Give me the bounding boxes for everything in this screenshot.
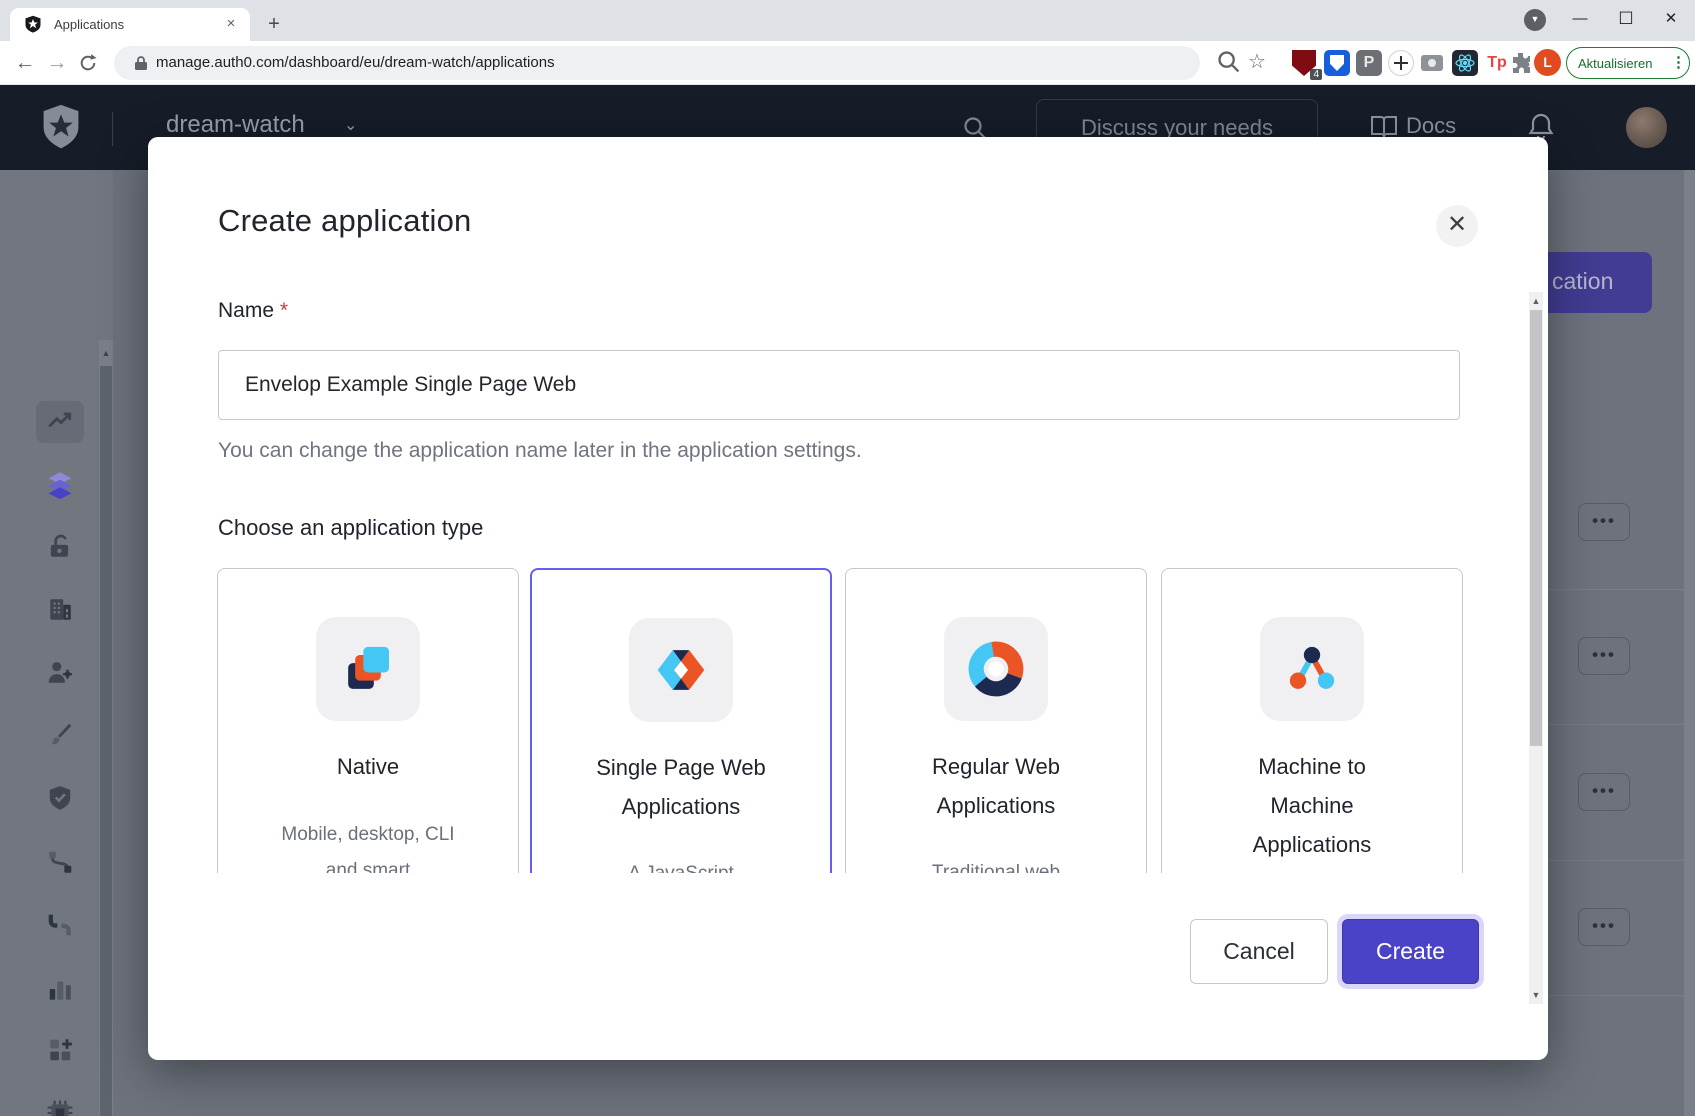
modal-scrollbar-thumb[interactable] bbox=[1530, 310, 1542, 746]
user-avatar[interactable] bbox=[1626, 107, 1667, 148]
organizations-building-icon[interactable] bbox=[40, 589, 80, 629]
app-type-card-machine-to-machine[interactable]: Machine to Machine Applications bbox=[1161, 568, 1463, 873]
chrome-menu-kebab-icon[interactable]: ⋮ bbox=[1671, 53, 1686, 71]
modal-scroll-down-icon[interactable]: ▼ bbox=[1529, 990, 1543, 1000]
tenant-chevron-down-icon: ⌄ bbox=[344, 115, 357, 135]
card-description: Traditional web bbox=[846, 855, 1146, 873]
branding-brush-icon[interactable] bbox=[40, 714, 80, 754]
table-row-divider bbox=[1548, 860, 1684, 861]
table-row-divider bbox=[1548, 724, 1684, 725]
p-extension-icon[interactable]: P bbox=[1356, 50, 1382, 76]
forward-button[interactable]: → bbox=[44, 50, 70, 76]
user-management-icon[interactable] bbox=[40, 652, 80, 692]
chrome-profile-chevron-icon[interactable]: ▼ bbox=[1524, 9, 1546, 31]
row-menu-button[interactable]: ••• bbox=[1578, 773, 1630, 811]
row-menu-button[interactable]: ••• bbox=[1578, 637, 1630, 675]
card-description: A JavaScript bbox=[532, 856, 830, 873]
close-icon: ✕ bbox=[1447, 211, 1467, 238]
auth-pipeline-icon[interactable] bbox=[40, 905, 80, 945]
bitwarden-extension-icon[interactable] bbox=[1324, 50, 1350, 76]
application-name-input[interactable] bbox=[218, 350, 1460, 420]
browser-tab-strip: Applications × + ▼ — ☐ ✕ bbox=[0, 0, 1695, 41]
marketplace-icon[interactable] bbox=[40, 1030, 80, 1070]
modal-scroll-up-icon[interactable]: ▲ bbox=[1529, 296, 1543, 306]
chrome-profile-avatar[interactable]: L bbox=[1534, 49, 1561, 76]
zoom-indicator-icon[interactable] bbox=[1216, 49, 1242, 75]
app-type-card-regular-web[interactable]: Regular Web Applications Traditional web bbox=[845, 568, 1147, 873]
tenant-switcher[interactable]: dream-watch bbox=[166, 111, 305, 139]
card-description: Mobile, desktop, CLI and smart bbox=[218, 817, 518, 873]
modal-title: Create application bbox=[218, 203, 471, 239]
row-menu-button[interactable]: ••• bbox=[1578, 908, 1630, 946]
tp-extension-icon[interactable]: Tp bbox=[1484, 50, 1510, 76]
sidebar-scrollbar[interactable]: ▲ ▼ bbox=[99, 340, 113, 1116]
profile-initial: L bbox=[1543, 54, 1552, 70]
native-icon bbox=[316, 617, 420, 721]
authentication-lock-icon[interactable] bbox=[40, 526, 80, 566]
card-title: Machine to Machine Applications bbox=[1162, 747, 1462, 864]
extensions-puzzle-icon[interactable] bbox=[1510, 51, 1532, 73]
tp-extension-letters: Tp bbox=[1487, 54, 1507, 71]
new-tab-button[interactable]: + bbox=[262, 13, 286, 37]
lock-icon bbox=[134, 55, 148, 71]
browser-tab[interactable]: Applications × bbox=[10, 8, 250, 41]
tab-title: Applications bbox=[54, 17, 124, 32]
monitoring-bars-icon[interactable] bbox=[40, 969, 80, 1009]
card-title: Native bbox=[218, 747, 518, 786]
table-row-divider bbox=[1548, 589, 1684, 590]
create-button[interactable]: Create bbox=[1342, 919, 1479, 984]
header-divider bbox=[112, 112, 113, 146]
back-button[interactable]: ← bbox=[12, 50, 38, 76]
docs-link[interactable]: Docs bbox=[1406, 113, 1456, 139]
choose-type-label: Choose an application type bbox=[218, 515, 483, 541]
window-close-button[interactable]: ✕ bbox=[1655, 4, 1687, 34]
sidebar-scrollbar-thumb[interactable] bbox=[100, 366, 112, 1116]
auth0-logo-icon bbox=[42, 104, 80, 150]
cancel-button[interactable]: Cancel bbox=[1190, 919, 1328, 984]
url-text: manage.auth0.com/dashboard/eu/dream-watc… bbox=[156, 54, 555, 71]
auth0-favicon-icon bbox=[24, 15, 42, 33]
scroll-up-icon[interactable]: ▲ bbox=[99, 348, 113, 358]
create-application-button-behind-modal[interactable]: cation bbox=[1548, 252, 1652, 313]
applications-layers-icon[interactable] bbox=[40, 465, 80, 505]
machine-to-machine-icon bbox=[1260, 617, 1364, 721]
url-bar[interactable]: manage.auth0.com/dashboard/eu/dream-watc… bbox=[114, 46, 1200, 80]
create-application-fragment: cation bbox=[1552, 268, 1613, 294]
ublock-badge: 4 bbox=[1310, 69, 1322, 80]
name-label: Name * bbox=[218, 299, 288, 323]
reload-button[interactable] bbox=[78, 53, 98, 73]
ublock-extension-icon[interactable]: 4 bbox=[1292, 50, 1318, 76]
update-button-label: Aktualisieren bbox=[1578, 56, 1652, 71]
app-type-card-native[interactable]: Native Mobile, desktop, CLI and smart bbox=[217, 568, 519, 873]
sidebar-nav: ? ▲ ▼ bbox=[0, 170, 113, 1116]
browser-toolbar: ← → manage.auth0.com/dashboard/eu/dream-… bbox=[0, 41, 1695, 85]
actions-flow-icon[interactable] bbox=[40, 842, 80, 882]
card-title: Regular Web Applications bbox=[846, 747, 1146, 825]
react-devtools-extension-icon[interactable] bbox=[1452, 50, 1478, 76]
row-menu-button[interactable]: ••• bbox=[1578, 503, 1630, 541]
extensions-chip-icon[interactable] bbox=[40, 1093, 80, 1116]
app-type-card-single-page[interactable]: Single Page Web Applications A JavaScrip… bbox=[530, 568, 832, 873]
required-asterisk: * bbox=[280, 299, 288, 322]
security-shield-icon[interactable] bbox=[40, 778, 80, 818]
regular-web-app-icon bbox=[944, 617, 1048, 721]
tab-close-icon[interactable]: × bbox=[222, 15, 240, 33]
window-minimize-button[interactable]: — bbox=[1564, 4, 1596, 34]
application-type-cards: Native Mobile, desktop, CLI and smart Si… bbox=[148, 568, 1548, 873]
modal-close-button[interactable]: ✕ bbox=[1436, 205, 1478, 247]
page-scrollbar[interactable] bbox=[1684, 170, 1695, 1116]
modal-scrollbar[interactable]: ▲ ▼ bbox=[1529, 292, 1543, 1004]
single-page-app-icon bbox=[629, 618, 733, 722]
analytics-icon[interactable] bbox=[40, 401, 80, 441]
bookmark-star-icon[interactable]: ☆ bbox=[1248, 49, 1266, 74]
table-row-divider bbox=[1548, 995, 1684, 996]
chrome-update-button[interactable]: Aktualisieren ⋮ bbox=[1566, 47, 1690, 79]
camera-extension-icon[interactable] bbox=[1420, 50, 1446, 76]
window-maximize-button[interactable]: ☐ bbox=[1610, 4, 1642, 34]
name-helper-text: You can change the application name late… bbox=[218, 439, 862, 463]
p-extension-letter: P bbox=[1364, 54, 1375, 71]
move-crosshair-extension-icon[interactable] bbox=[1388, 50, 1414, 76]
create-application-modal: Create application ✕ Name * You can chan… bbox=[148, 137, 1548, 1060]
card-title: Single Page Web Applications bbox=[532, 748, 830, 826]
